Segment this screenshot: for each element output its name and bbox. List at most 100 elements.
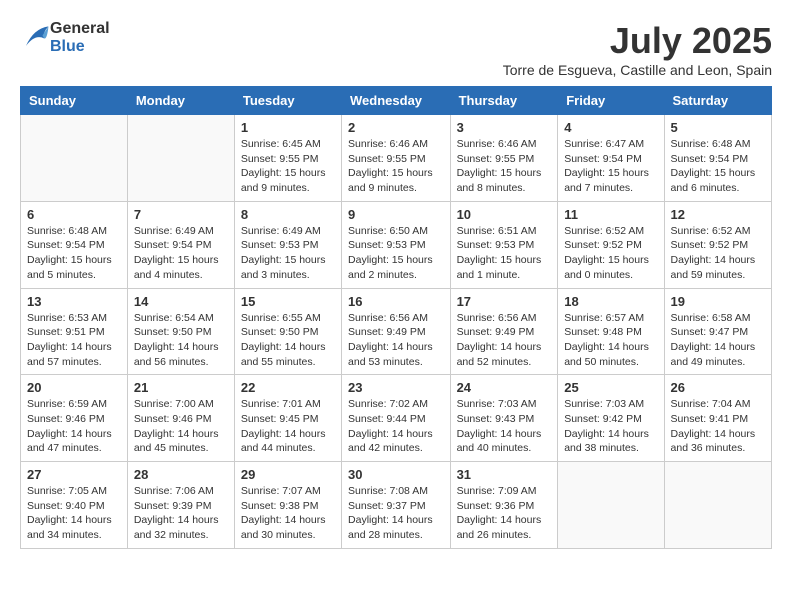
- day-number: 16: [348, 294, 444, 309]
- calendar-cell: [558, 462, 664, 549]
- day-number: 17: [457, 294, 552, 309]
- calendar-cell: 2Sunrise: 6:46 AM Sunset: 9:55 PM Daylig…: [342, 115, 451, 202]
- calendar-cell: 5Sunrise: 6:48 AM Sunset: 9:54 PM Daylig…: [664, 115, 771, 202]
- day-number: 18: [564, 294, 657, 309]
- day-number: 26: [671, 380, 765, 395]
- logo-general-text: General: [50, 20, 110, 38]
- day-info: Sunrise: 7:01 AM Sunset: 9:45 PM Dayligh…: [241, 397, 335, 456]
- day-number: 8: [241, 207, 335, 222]
- calendar-cell: 17 Sunrise: 6:56 AM Sunset: 9:49 PM Dayli…: [450, 288, 558, 375]
- day-info: Sunrise: 7:07 AM Sunset: 9:38 PM Dayligh…: [241, 484, 335, 543]
- day-number: 24: [457, 380, 552, 395]
- calendar-cell: 30 Sunrise: 7:08 AM Sunset: 9:37 PM Dayli…: [342, 462, 451, 549]
- day-number: 10: [457, 207, 552, 222]
- logo-bird-icon: [20, 23, 50, 53]
- calendar-cell: [664, 462, 771, 549]
- calendar-cell: 27Sunrise: 7:05 AM Sunset: 9:40 PM Dayli…: [21, 462, 128, 549]
- day-info: Sunrise: 7:08 AM Sunset: 9:37 PM Dayligh…: [348, 484, 444, 543]
- calendar-cell: 7 Sunrise: 6:49 AM Sunset: 9:54 PM Daylig…: [127, 201, 234, 288]
- calendar-cell: 23 Sunrise: 7:02 AM Sunset: 9:44 PM Dayli…: [342, 375, 451, 462]
- calendar-header-monday: Monday: [127, 87, 234, 115]
- day-number: 4: [564, 120, 657, 135]
- calendar-week-3: 13Sunrise: 6:53 AM Sunset: 9:51 PM Dayli…: [21, 288, 772, 375]
- calendar-cell: 6 Sunrise: 6:48 AM Sunset: 9:54 PM Daylig…: [21, 201, 128, 288]
- calendar-header-wednesday: Wednesday: [342, 87, 451, 115]
- header: General Blue July 2025 Torre de Esgueva,…: [20, 20, 772, 78]
- calendar-header-row: SundayMondayTuesdayWednesdayThursdayFrid…: [21, 87, 772, 115]
- day-info: Sunrise: 7:03 AM Sunset: 9:43 PM Dayligh…: [457, 397, 552, 456]
- day-info: Sunrise: 6:54 AM Sunset: 9:50 PM Dayligh…: [134, 311, 228, 370]
- day-info: Sunrise: 6:47 AM Sunset: 9:54 PM Dayligh…: [564, 137, 657, 196]
- day-info: Sunrise: 6:57 AM Sunset: 9:48 PM Dayligh…: [564, 311, 657, 370]
- day-info: Sunrise: 6:56 AM Sunset: 9:49 PM Dayligh…: [457, 311, 552, 370]
- logo-blue-text: Blue: [50, 38, 110, 56]
- day-info: Sunrise: 7:03 AM Sunset: 9:42 PM Dayligh…: [564, 397, 657, 456]
- calendar-header-thursday: Thursday: [450, 87, 558, 115]
- day-number: 30: [348, 467, 444, 482]
- day-number: 21: [134, 380, 228, 395]
- day-info: Sunrise: 6:46 AM Sunset: 9:55 PM Dayligh…: [457, 137, 552, 196]
- calendar-cell: 19 Sunrise: 6:58 AM Sunset: 9:47 PM Dayli…: [664, 288, 771, 375]
- day-info: Sunrise: 6:49 AM Sunset: 9:54 PM Dayligh…: [134, 224, 228, 283]
- calendar-cell: 21Sunrise: 7:00 AM Sunset: 9:46 PM Dayli…: [127, 375, 234, 462]
- location-title: Torre de Esgueva, Castille and Leon, Spa…: [503, 62, 772, 78]
- day-number: 22: [241, 380, 335, 395]
- day-info: Sunrise: 6:45 AM Sunset: 9:55 PM Dayligh…: [241, 137, 335, 196]
- calendar-cell: 16 Sunrise: 6:56 AM Sunset: 9:49 PM Dayli…: [342, 288, 451, 375]
- calendar-header-sunday: Sunday: [21, 87, 128, 115]
- day-info: Sunrise: 7:09 AM Sunset: 9:36 PM Dayligh…: [457, 484, 552, 543]
- day-number: 3: [457, 120, 552, 135]
- calendar-header-friday: Friday: [558, 87, 664, 115]
- day-info: Sunrise: 6:56 AM Sunset: 9:49 PM Dayligh…: [348, 311, 444, 370]
- day-info: Sunrise: 6:55 AM Sunset: 9:50 PM Dayligh…: [241, 311, 335, 370]
- day-info: Sunrise: 6:52 AM Sunset: 9:52 PM Dayligh…: [671, 224, 765, 283]
- calendar-cell: 26Sunrise: 7:04 AM Sunset: 9:41 PM Dayli…: [664, 375, 771, 462]
- day-number: 11: [564, 207, 657, 222]
- day-info: Sunrise: 6:46 AM Sunset: 9:55 PM Dayligh…: [348, 137, 444, 196]
- day-number: 28: [134, 467, 228, 482]
- calendar-table: SundayMondayTuesdayWednesdayThursdayFrid…: [20, 86, 772, 549]
- title-section: July 2025 Torre de Esgueva, Castille and…: [503, 20, 772, 78]
- day-number: 7: [134, 207, 228, 222]
- day-info: Sunrise: 6:49 AM Sunset: 9:53 PM Dayligh…: [241, 224, 335, 283]
- day-number: 29: [241, 467, 335, 482]
- day-number: 1: [241, 120, 335, 135]
- calendar-cell: 13Sunrise: 6:53 AM Sunset: 9:51 PM Dayli…: [21, 288, 128, 375]
- calendar-cell: 20 Sunrise: 6:59 AM Sunset: 9:46 PM Dayli…: [21, 375, 128, 462]
- day-number: 12: [671, 207, 765, 222]
- day-number: 13: [27, 294, 121, 309]
- day-number: 25: [564, 380, 657, 395]
- day-number: 20: [27, 380, 121, 395]
- calendar-week-5: 27Sunrise: 7:05 AM Sunset: 9:40 PM Dayli…: [21, 462, 772, 549]
- day-info: Sunrise: 7:02 AM Sunset: 9:44 PM Dayligh…: [348, 397, 444, 456]
- calendar-cell: [127, 115, 234, 202]
- day-number: 14: [134, 294, 228, 309]
- calendar-cell: 14 Sunrise: 6:54 AM Sunset: 9:50 PM Dayli…: [127, 288, 234, 375]
- calendar-cell: 28Sunrise: 7:06 AM Sunset: 9:39 PM Dayli…: [127, 462, 234, 549]
- day-number: 6: [27, 207, 121, 222]
- day-info: Sunrise: 6:58 AM Sunset: 9:47 PM Dayligh…: [671, 311, 765, 370]
- calendar-cell: 31Sunrise: 7:09 AM Sunset: 9:36 PM Dayli…: [450, 462, 558, 549]
- calendar-cell: 22 Sunrise: 7:01 AM Sunset: 9:45 PM Dayli…: [234, 375, 341, 462]
- day-info: Sunrise: 6:51 AM Sunset: 9:53 PM Dayligh…: [457, 224, 552, 283]
- day-number: 9: [348, 207, 444, 222]
- calendar-cell: 4 Sunrise: 6:47 AM Sunset: 9:54 PM Daylig…: [558, 115, 664, 202]
- calendar-week-4: 20 Sunrise: 6:59 AM Sunset: 9:46 PM Dayli…: [21, 375, 772, 462]
- calendar-cell: 29 Sunrise: 7:07 AM Sunset: 9:38 PM Dayli…: [234, 462, 341, 549]
- calendar-cell: 11 Sunrise: 6:52 AM Sunset: 9:52 PM Dayli…: [558, 201, 664, 288]
- day-info: Sunrise: 6:50 AM Sunset: 9:53 PM Dayligh…: [348, 224, 444, 283]
- calendar-cell: 9 Sunrise: 6:50 AM Sunset: 9:53 PM Daylig…: [342, 201, 451, 288]
- calendar-cell: 10 Sunrise: 6:51 AM Sunset: 9:53 PM Dayli…: [450, 201, 558, 288]
- day-info: Sunrise: 6:52 AM Sunset: 9:52 PM Dayligh…: [564, 224, 657, 283]
- calendar-cell: [21, 115, 128, 202]
- day-number: 23: [348, 380, 444, 395]
- calendar-cell: 12 Sunrise: 6:52 AM Sunset: 9:52 PM Dayli…: [664, 201, 771, 288]
- day-number: 19: [671, 294, 765, 309]
- day-info: Sunrise: 6:48 AM Sunset: 9:54 PM Dayligh…: [27, 224, 121, 283]
- day-info: Sunrise: 6:59 AM Sunset: 9:46 PM Dayligh…: [27, 397, 121, 456]
- month-title: July 2025: [503, 20, 772, 62]
- calendar-cell: 24 Sunrise: 7:03 AM Sunset: 9:43 PM Dayli…: [450, 375, 558, 462]
- calendar-cell: 25 Sunrise: 7:03 AM Sunset: 9:42 PM Dayli…: [558, 375, 664, 462]
- day-number: 27: [27, 467, 121, 482]
- calendar-cell: 8 Sunrise: 6:49 AM Sunset: 9:53 PM Daylig…: [234, 201, 341, 288]
